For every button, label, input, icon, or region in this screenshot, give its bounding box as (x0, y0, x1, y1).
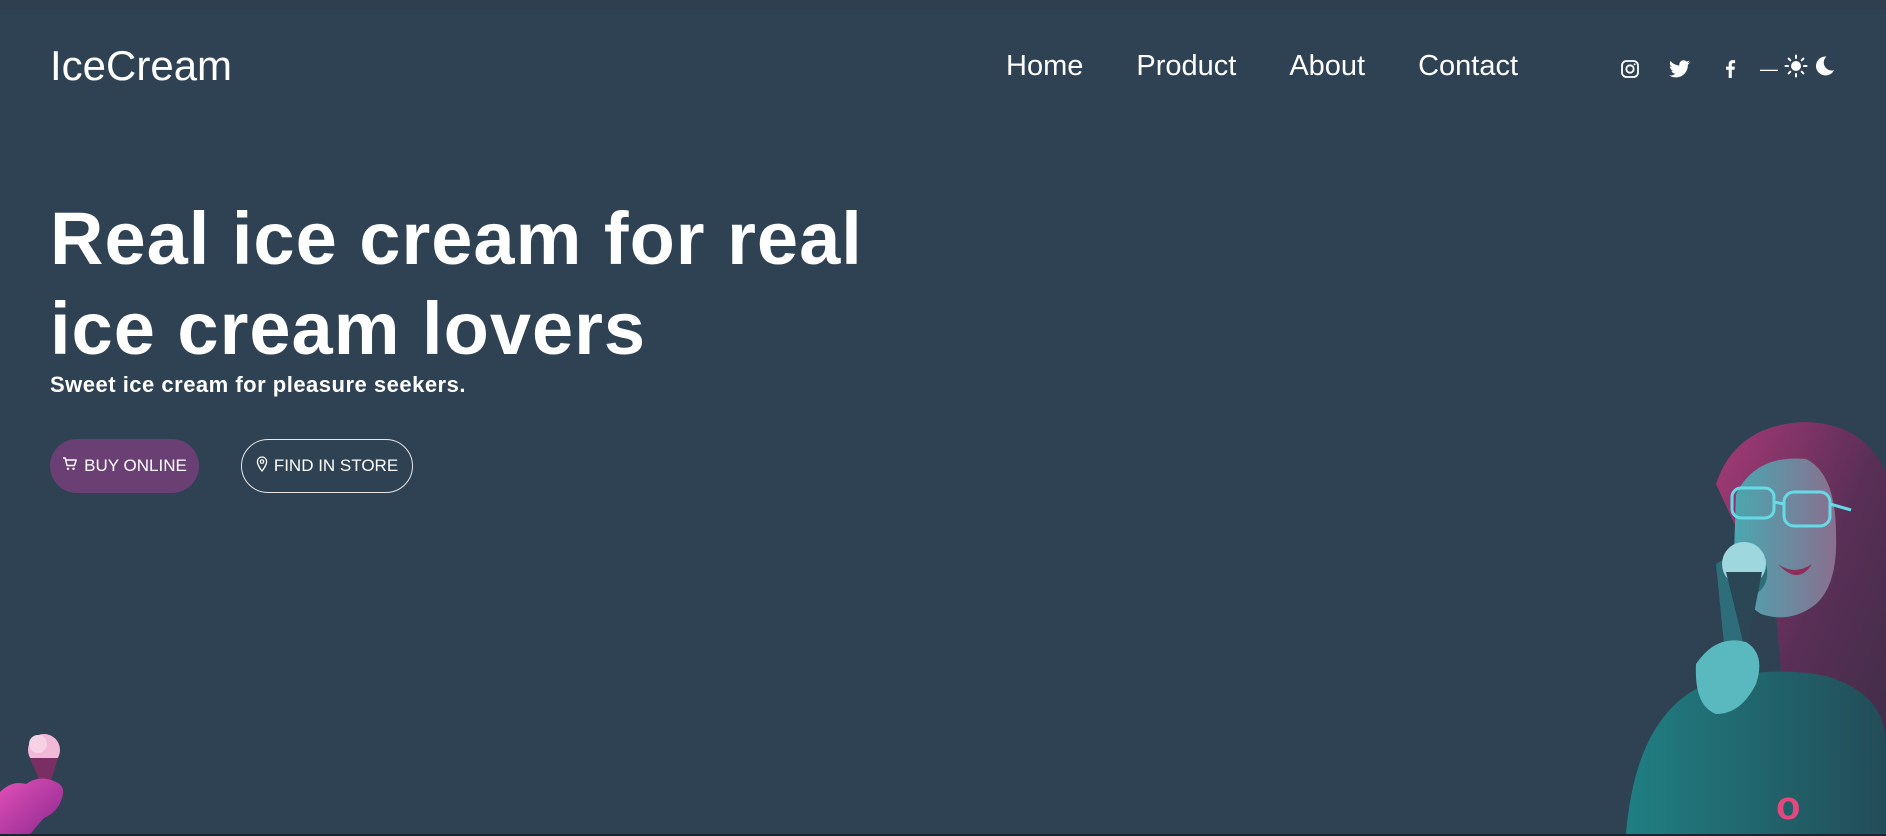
hand-with-cone-image (0, 734, 64, 834)
cart-icon (62, 456, 78, 476)
location-pin-icon (256, 455, 268, 477)
hero-subtitle: Sweet ice cream for pleasure seekers. (50, 372, 466, 397)
moon-icon[interactable] (1812, 54, 1836, 83)
hero-page: IceCream Home Product About Contact — Re… (0, 10, 1886, 834)
hero-title-line2: ice cream lovers (50, 287, 647, 370)
hero-title: Real ice cream for real ice cream lovers (50, 194, 930, 374)
nav-about[interactable]: About (1289, 48, 1365, 84)
nav-contact[interactable]: Contact (1418, 48, 1518, 84)
sun-icon[interactable] (1784, 54, 1808, 83)
social-separator: — (1760, 58, 1778, 79)
svg-text:o: o (1776, 784, 1800, 828)
woman-eating-ice-cream-image: o (1626, 422, 1886, 834)
instagram-icon[interactable] (1618, 57, 1642, 81)
nav-home[interactable]: Home (1006, 48, 1083, 84)
find-in-store-button[interactable]: FIND IN STORE (241, 439, 413, 493)
buy-online-label: BUY ONLINE (84, 456, 187, 475)
facebook-icon[interactable] (1718, 57, 1742, 81)
social-links: — (1618, 54, 1836, 83)
twitter-icon[interactable] (1668, 57, 1692, 81)
top-strip (0, 0, 1886, 10)
main-nav: Home Product About Contact (1006, 48, 1571, 84)
theme-toggle[interactable] (1784, 54, 1836, 83)
buy-online-button[interactable]: BUY ONLINE (50, 439, 199, 493)
nav-product[interactable]: Product (1136, 48, 1236, 84)
brand-logo[interactable]: IceCream (50, 42, 232, 90)
hero-title-line1: Real ice cream for real (50, 197, 863, 280)
find-in-store-label: FIND IN STORE (273, 456, 399, 475)
